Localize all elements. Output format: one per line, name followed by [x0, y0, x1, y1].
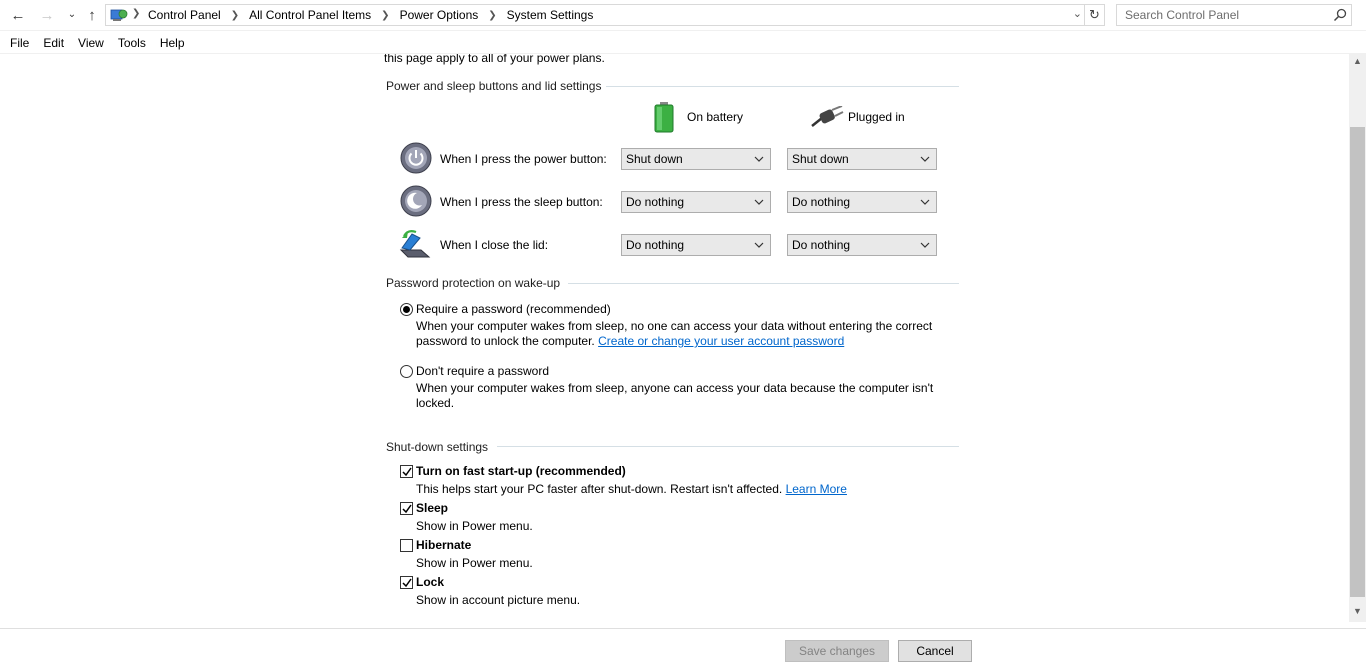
power-buttons-heading: Power and sleep buttons and lid settings — [386, 79, 602, 93]
menu-view[interactable]: View — [73, 36, 109, 50]
select-value: Do nothing — [792, 238, 851, 252]
power-button-battery-select[interactable]: Shut down — [621, 148, 771, 170]
checkmark-icon — [402, 467, 412, 477]
scroll-up-arrow-icon[interactable]: ▲ — [1349, 56, 1366, 70]
chevron-down-icon — [920, 242, 930, 248]
section-divider — [497, 446, 959, 447]
power-button-icon — [400, 142, 432, 174]
lock-label[interactable]: Lock — [416, 575, 444, 589]
power-button-plugged-select[interactable]: Shut down — [787, 148, 937, 170]
no-password-radio[interactable] — [400, 365, 413, 378]
select-value: Shut down — [626, 152, 683, 166]
breadcrumb-all-items[interactable]: All Control Panel Items — [247, 8, 373, 22]
select-value: Do nothing — [626, 195, 685, 209]
breadcrumb-power-options[interactable]: Power Options — [398, 8, 481, 22]
password-heading: Password protection on wake-up — [386, 276, 561, 290]
breadcrumb-chevron-icon[interactable]: ❯ — [231, 10, 239, 21]
learn-more-link[interactable]: Learn More — [786, 482, 847, 496]
sleep-button-plugged-select[interactable]: Do nothing — [787, 191, 937, 213]
battery-icon — [654, 102, 674, 133]
checkmark-icon — [402, 578, 412, 588]
breadcrumb-chevron-icon[interactable]: ❯ — [381, 10, 389, 21]
col-plugged-in: Plugged in — [848, 110, 905, 124]
hibernate-checkbox[interactable] — [400, 539, 413, 552]
chevron-down-icon — [754, 242, 764, 248]
fast-startup-checkbox[interactable] — [400, 465, 413, 478]
cancel-button[interactable]: Cancel — [898, 640, 972, 662]
sleep-checkbox[interactable] — [400, 502, 413, 515]
close-lid-label: When I close the lid: — [440, 238, 549, 252]
no-password-desc-2: locked. — [416, 396, 455, 410]
no-password-desc: When your computer wakes from sleep, any… — [416, 381, 934, 395]
sleep-button-label: When I press the sleep button: — [440, 195, 603, 209]
address-history-chevron-icon[interactable]: ⌄ — [1073, 7, 1082, 20]
select-value: Shut down — [792, 152, 849, 166]
shutdown-heading: Shut-down settings — [386, 440, 489, 454]
search-input[interactable] — [1117, 5, 1327, 25]
sleep-desc: Show in Power menu. — [416, 519, 533, 533]
forward-arrow-icon[interactable]: → — [37, 6, 57, 24]
menu-edit[interactable]: Edit — [38, 36, 69, 50]
address-box[interactable]: ❯ Control Panel ❯ All Control Panel Item… — [105, 4, 1105, 26]
content-pane: this page apply to all of your power pla… — [0, 54, 1349, 628]
close-lid-plugged-select[interactable]: Do nothing — [787, 234, 937, 256]
menu-file[interactable]: File — [5, 36, 34, 50]
address-bar: ← → ⌄ ↑ ❯ Control Panel ❯ All Control Pa… — [0, 0, 1366, 31]
hibernate-label[interactable]: Hibernate — [416, 538, 471, 552]
intro-text: this page apply to all of your power pla… — [384, 54, 605, 65]
col-on-battery: On battery — [687, 110, 744, 124]
chevron-down-icon — [920, 156, 930, 162]
sleep-label[interactable]: Sleep — [416, 501, 448, 515]
breadcrumb-chevron-icon[interactable]: ❯ — [488, 10, 496, 21]
breadcrumb: Control Panel ❯ All Control Panel Items … — [146, 5, 595, 25]
refresh-icon[interactable]: ↻ — [1084, 5, 1104, 25]
section-divider — [606, 86, 959, 87]
save-changes-button[interactable]: Save changes — [785, 640, 889, 662]
lock-checkbox[interactable] — [400, 576, 413, 589]
control-panel-icon — [110, 9, 128, 21]
breadcrumb-root-chevron-icon[interactable]: ❯ — [132, 8, 140, 19]
search-box — [1116, 4, 1352, 26]
back-arrow-icon[interactable]: ← — [8, 6, 28, 24]
fast-startup-label[interactable]: Turn on fast start-up (recommended) — [416, 464, 626, 478]
section-divider — [568, 283, 959, 284]
close-lid-battery-select[interactable]: Do nothing — [621, 234, 771, 256]
breadcrumb-system-settings[interactable]: System Settings — [505, 8, 596, 22]
change-password-link[interactable]: Create or change your user account passw… — [598, 334, 844, 348]
require-password-radio[interactable] — [400, 303, 413, 316]
fast-startup-desc: This helps start your PC faster after sh… — [416, 482, 847, 496]
up-arrow-icon[interactable]: ↑ — [82, 6, 102, 24]
chevron-down-icon — [920, 199, 930, 205]
search-icon[interactable] — [1333, 8, 1347, 22]
recent-locations-chevron-icon[interactable]: ⌄ — [62, 6, 82, 24]
select-value: Do nothing — [792, 195, 851, 209]
checkmark-icon — [402, 504, 412, 514]
sleep-button-icon — [400, 185, 432, 217]
require-password-desc-text: password to unlock the computer. — [416, 334, 595, 348]
breadcrumb-control-panel[interactable]: Control Panel — [146, 8, 223, 22]
no-password-label[interactable]: Don't require a password — [416, 364, 549, 378]
lock-desc: Show in account picture menu. — [416, 593, 581, 607]
menu-help[interactable]: Help — [155, 36, 190, 50]
sleep-button-battery-select[interactable]: Do nothing — [621, 191, 771, 213]
fast-startup-desc-text: This helps start your PC faster after sh… — [416, 482, 783, 496]
chevron-down-icon — [754, 156, 764, 162]
scroll-down-arrow-icon[interactable]: ▼ — [1349, 606, 1366, 620]
power-button-label: When I press the power button: — [440, 152, 607, 166]
hibernate-desc: Show in Power menu. — [416, 556, 533, 570]
menu-bar: File Edit View Tools Help — [0, 32, 1366, 54]
chevron-down-icon — [754, 199, 764, 205]
bottom-button-bar: Save changes Cancel — [0, 628, 1366, 672]
require-password-desc-2: password to unlock the computer. Create … — [416, 334, 844, 348]
select-value: Do nothing — [626, 238, 685, 252]
scroll-thumb[interactable] — [1350, 127, 1365, 597]
power-plug-icon — [811, 106, 844, 127]
menu-tools[interactable]: Tools — [113, 36, 151, 50]
laptop-lid-icon — [399, 230, 431, 258]
vertical-scrollbar[interactable]: ▲ ▼ — [1349, 54, 1366, 622]
require-password-desc: When your computer wakes from sleep, no … — [416, 319, 933, 333]
require-password-label[interactable]: Require a password (recommended) — [416, 302, 611, 316]
